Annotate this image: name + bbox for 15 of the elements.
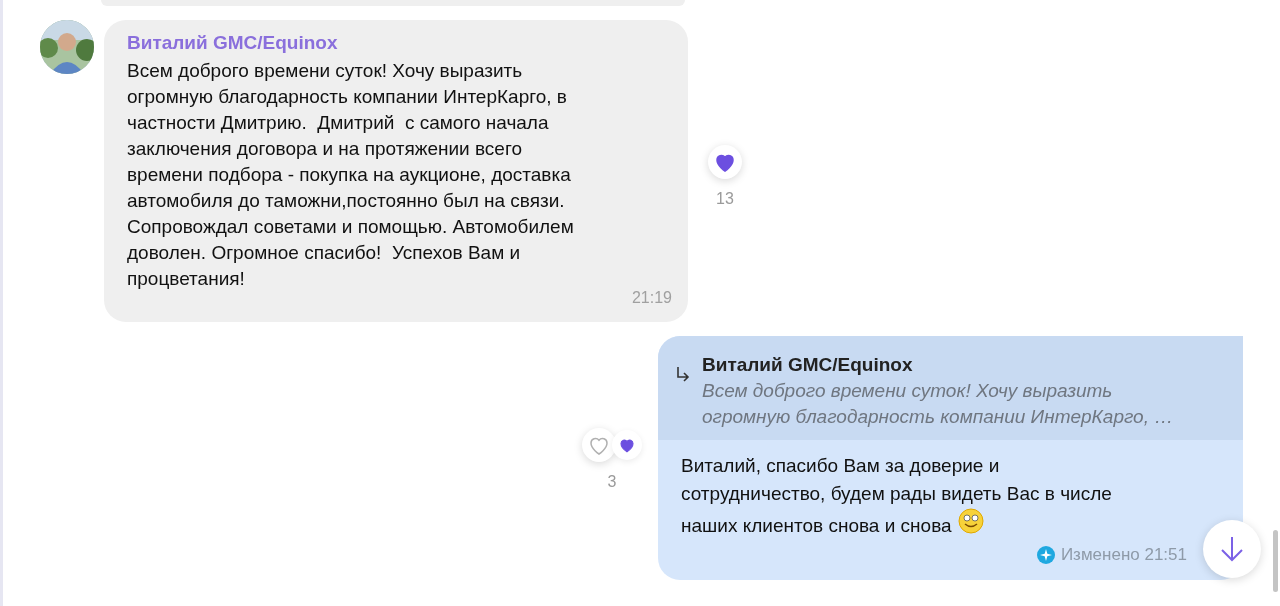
- reaction-button[interactable]: [612, 430, 642, 460]
- message-time: 21:19: [631, 288, 672, 308]
- quoted-author: Виталий GMC/Equinox: [702, 353, 914, 377]
- sparkle-icon: [1036, 545, 1055, 564]
- message-text: Виталий, спасибо Вам за доверие и сотрудничество, будем рады видеть Вас в числе наших клиентов снова и снова: [681, 455, 1112, 536]
- reaction-count: 13: [716, 189, 734, 209]
- quoted-text: Всем доброго времени суток! Хочу выразить огромную благодарность компании ИнтерКарго, …: [702, 379, 1174, 429]
- message-time: Изменено 21:51: [1060, 544, 1187, 566]
- avatar[interactable]: [40, 20, 94, 74]
- message-text: Всем доброго времени суток! Хочу выразить огромную благодарность компании ИнтерКарго, в частности Дмитрию. Дмитрий с самого начала заключения договора и на протяжении всего времени подбора - покупка на аукционе, доставка автомобиля до таможни,постоянно был на связи. Сопровождал советами и помощью. Автомобилем доволен. Огромное спасибо! Успехов Вам и процветания!: [127, 59, 575, 291]
- reply-quote[interactable]: Виталий GMC/Equinox Всем доброго времени суток! Хочу выразить огромную благодарность компании ИнтерКарго, …: [658, 336, 1243, 440]
- reaction-count: 3: [607, 472, 617, 492]
- scroll-down-button[interactable]: [1203, 520, 1261, 578]
- scrollbar[interactable]: [1273, 530, 1278, 592]
- reply-arrow-icon: [676, 366, 690, 382]
